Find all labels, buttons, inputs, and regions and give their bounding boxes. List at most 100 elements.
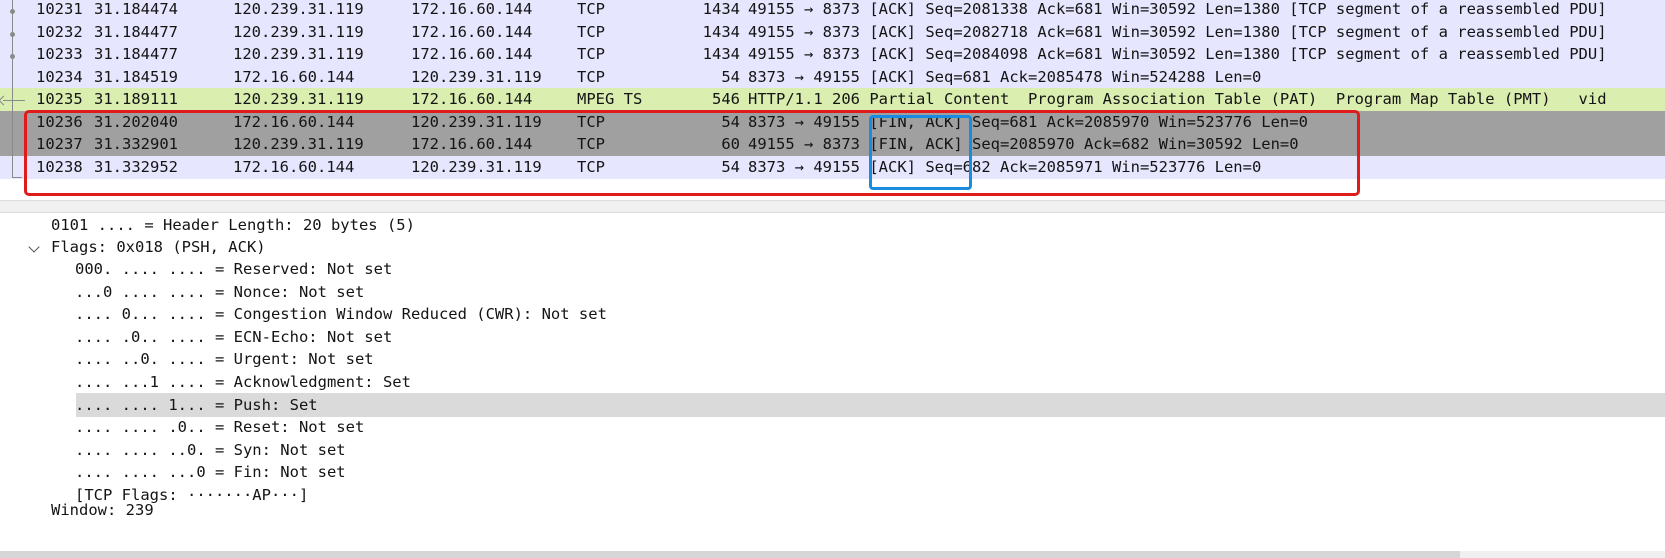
packet-length: 54	[721, 68, 740, 86]
packet-info-text: Seq=681 Ack=2085478 Win=524288 Len=0	[916, 68, 1262, 86]
tcp-flags-text: [ACK]	[869, 158, 916, 176]
packet-protocol: MPEG TS	[577, 90, 643, 108]
tree-item-flag[interactable]: .... .... ...0 = Fin: Not set	[0, 460, 1665, 484]
packet-number: 10238	[36, 158, 83, 176]
packet-info: 49155 → 8373 [ACK] Seq=2084098 Ack=681 W…	[748, 43, 1607, 66]
tree-item-label: .... ..0. .... = Urgent: Not set	[75, 350, 374, 368]
packet-list-pane[interactable]: 10231 31.184474 120.239.31.119 172.16.60.14…	[0, 0, 1665, 200]
tree-item-flag[interactable]: .... .0.. .... = ECN-Echo: Not set	[0, 325, 1665, 349]
packet-info-text: Seq=2082718 Ack=681 Win=30592 Len=1380 […	[916, 23, 1607, 41]
packet-info-text: Seq=2085970 Ack=682 Win=30592 Len=0	[962, 135, 1299, 153]
packet-row[interactable]: 10235 31.189111 120.239.31.119 172.16.60.14…	[0, 88, 1665, 111]
packet-row[interactable]: 10234 31.184519 172.16.60.144 120.239.31.11…	[0, 66, 1665, 89]
packet-protocol: TCP	[577, 158, 605, 176]
packet-info-text: 8373 → 49155	[748, 158, 870, 176]
packet-destination: 172.16.60.144	[411, 45, 533, 63]
packet-protocol: TCP	[577, 0, 605, 18]
packet-row[interactable]: 10233 31.184477 120.239.31.119 172.16.60.14…	[0, 43, 1665, 66]
scrollbar-thumb[interactable]	[0, 551, 1460, 558]
packet-protocol: TCP	[577, 135, 605, 153]
tree-item-flags[interactable]: Flags: 0x018 (PSH, ACK)	[0, 235, 1665, 259]
packet-destination: 172.16.60.144	[411, 90, 533, 108]
tree-item-label: .... ...1 .... = Acknowledgment: Set	[75, 373, 411, 391]
tree-item-label: .... .... ...0 = Fin: Not set	[75, 463, 346, 481]
packet-info-text: Seq=681 Ack=2085970 Win=523776 Len=0	[962, 113, 1308, 131]
tree-item-label: Flags: 0x018 (PSH, ACK)	[51, 238, 266, 256]
packet-info: 8373 → 49155 [ACK] Seq=682 Ack=2085971 W…	[748, 156, 1261, 179]
packet-number: 10235	[36, 90, 83, 108]
packet-length: 54	[721, 113, 740, 131]
tree-item-flag[interactable]: .... .... .0.. = Reset: Not set	[0, 415, 1665, 439]
horizontal-scrollbar[interactable]	[0, 551, 1665, 558]
packet-info-text: 49155 → 8373	[748, 45, 870, 63]
packet-number: 10233	[36, 45, 83, 63]
tree-item-header-length[interactable]: 0101 .... = Header Length: 20 bytes (5)	[0, 213, 1665, 237]
packet-time: 31.332901	[94, 135, 178, 153]
packet-time: 31.189111	[94, 90, 178, 108]
tree-item-flag[interactable]: ...0 .... .... = Nonce: Not set	[0, 280, 1665, 304]
packet-info-text: 49155 → 8373	[748, 135, 870, 153]
tcp-flags-text: [FIN, ACK]	[869, 135, 963, 153]
packet-info: HTTP/1.1 206 Partial Content Program Ass…	[748, 88, 1607, 111]
tree-item-selected[interactable]: .... .... 1... = Push: Set	[0, 393, 1665, 417]
packet-row[interactable]: 10232 31.184477 120.239.31.119 172.16.60.14…	[0, 21, 1665, 44]
packet-row[interactable]: 10237 31.332901 120.239.31.119 172.16.60.14…	[0, 133, 1665, 156]
packet-time: 31.184519	[94, 68, 178, 86]
tree-item-flag[interactable]: .... 0... .... = Congestion Window Reduc…	[0, 302, 1665, 326]
packet-source: 120.239.31.119	[233, 0, 364, 18]
chevron-down-icon[interactable]	[28, 241, 40, 253]
packet-source: 120.239.31.119	[233, 45, 364, 63]
tcp-flags-text: [ACK]	[869, 0, 916, 18]
tree-item-flag[interactable]: .... ...1 .... = Acknowledgment: Set	[0, 370, 1665, 394]
tcp-flags-text: [ACK]	[869, 23, 916, 41]
tree-item-flag[interactable]: .... .... ..0. = Syn: Not set	[0, 438, 1665, 462]
packet-row[interactable]: 10236 31.202040 172.16.60.144 120.239.31.11…	[0, 111, 1665, 134]
related-dot	[10, 9, 15, 14]
packet-source: 172.16.60.144	[233, 158, 355, 176]
packet-source: 120.239.31.119	[233, 135, 364, 153]
tree-item-flag[interactable]: 000. .... .... = Reserved: Not set	[0, 257, 1665, 281]
packet-time: 31.332952	[94, 158, 178, 176]
tree-item-label: .... .0.. .... = ECN-Echo: Not set	[75, 328, 393, 346]
tree-item-label: Window: 239	[51, 501, 154, 519]
tree-item-label: .... .... .0.. = Reset: Not set	[75, 418, 365, 436]
related-end-line	[12, 177, 22, 178]
packet-info-text: 8373 → 49155	[748, 113, 870, 131]
related-packets-line	[12, 0, 13, 178]
packet-destination: 120.239.31.119	[411, 68, 542, 86]
packet-source: 172.16.60.144	[233, 68, 355, 86]
packet-number: 10234	[36, 68, 83, 86]
tree-item-label: 0101 .... = Header Length: 20 bytes (5)	[51, 216, 415, 234]
tree-item-label: ...0 .... .... = Nonce: Not set	[75, 283, 365, 301]
packet-number: 10231	[36, 0, 83, 18]
packet-length: 1434	[702, 45, 740, 63]
packet-source: 120.239.31.119	[233, 90, 364, 108]
tree-item-label: .... 0... .... = Congestion Window Reduc…	[75, 305, 607, 323]
packet-info-text: Seq=2084098 Ack=681 Win=30592 Len=1380 […	[916, 45, 1607, 63]
packet-info-text: 49155 → 8373	[748, 23, 870, 41]
packet-number: 10232	[36, 23, 83, 41]
packet-row[interactable]: 10238 31.332952 172.16.60.144 120.239.31.11…	[0, 156, 1665, 179]
packet-info-text: Seq=2081338 Ack=681 Win=30592 Len=1380 […	[916, 0, 1607, 18]
packet-length: 1434	[702, 23, 740, 41]
packet-info-text: 8373 → 49155	[748, 68, 870, 86]
packet-info: 8373 → 49155 [FIN, ACK] Seq=681 Ack=2085…	[748, 111, 1308, 134]
tree-item-window[interactable]: Window: 239	[0, 498, 1665, 522]
packet-protocol: TCP	[577, 113, 605, 131]
packet-length: 1434	[702, 0, 740, 18]
tree-item-flag[interactable]: .... ..0. .... = Urgent: Not set	[0, 347, 1665, 371]
tree-item-label: .... .... 1... = Push: Set	[75, 396, 318, 414]
packet-row[interactable]: 10231 31.184474 120.239.31.119 172.16.60.14…	[0, 0, 1665, 21]
packet-length: 546	[712, 90, 740, 108]
related-dot	[10, 32, 15, 37]
packet-number: 10236	[36, 113, 83, 131]
packet-destination: 172.16.60.144	[411, 135, 533, 153]
packet-length: 60	[721, 135, 740, 153]
packet-destination: 120.239.31.119	[411, 158, 542, 176]
packet-time: 31.184474	[94, 0, 178, 18]
pane-splitter[interactable]	[0, 200, 1665, 213]
tcp-flags-text: [ACK]	[869, 45, 916, 63]
packet-protocol: TCP	[577, 45, 605, 63]
packet-details-pane[interactable]: 0101 .... = Header Length: 20 bytes (5) …	[0, 213, 1665, 558]
tree-item-label: .... .... ..0. = Syn: Not set	[75, 441, 346, 459]
